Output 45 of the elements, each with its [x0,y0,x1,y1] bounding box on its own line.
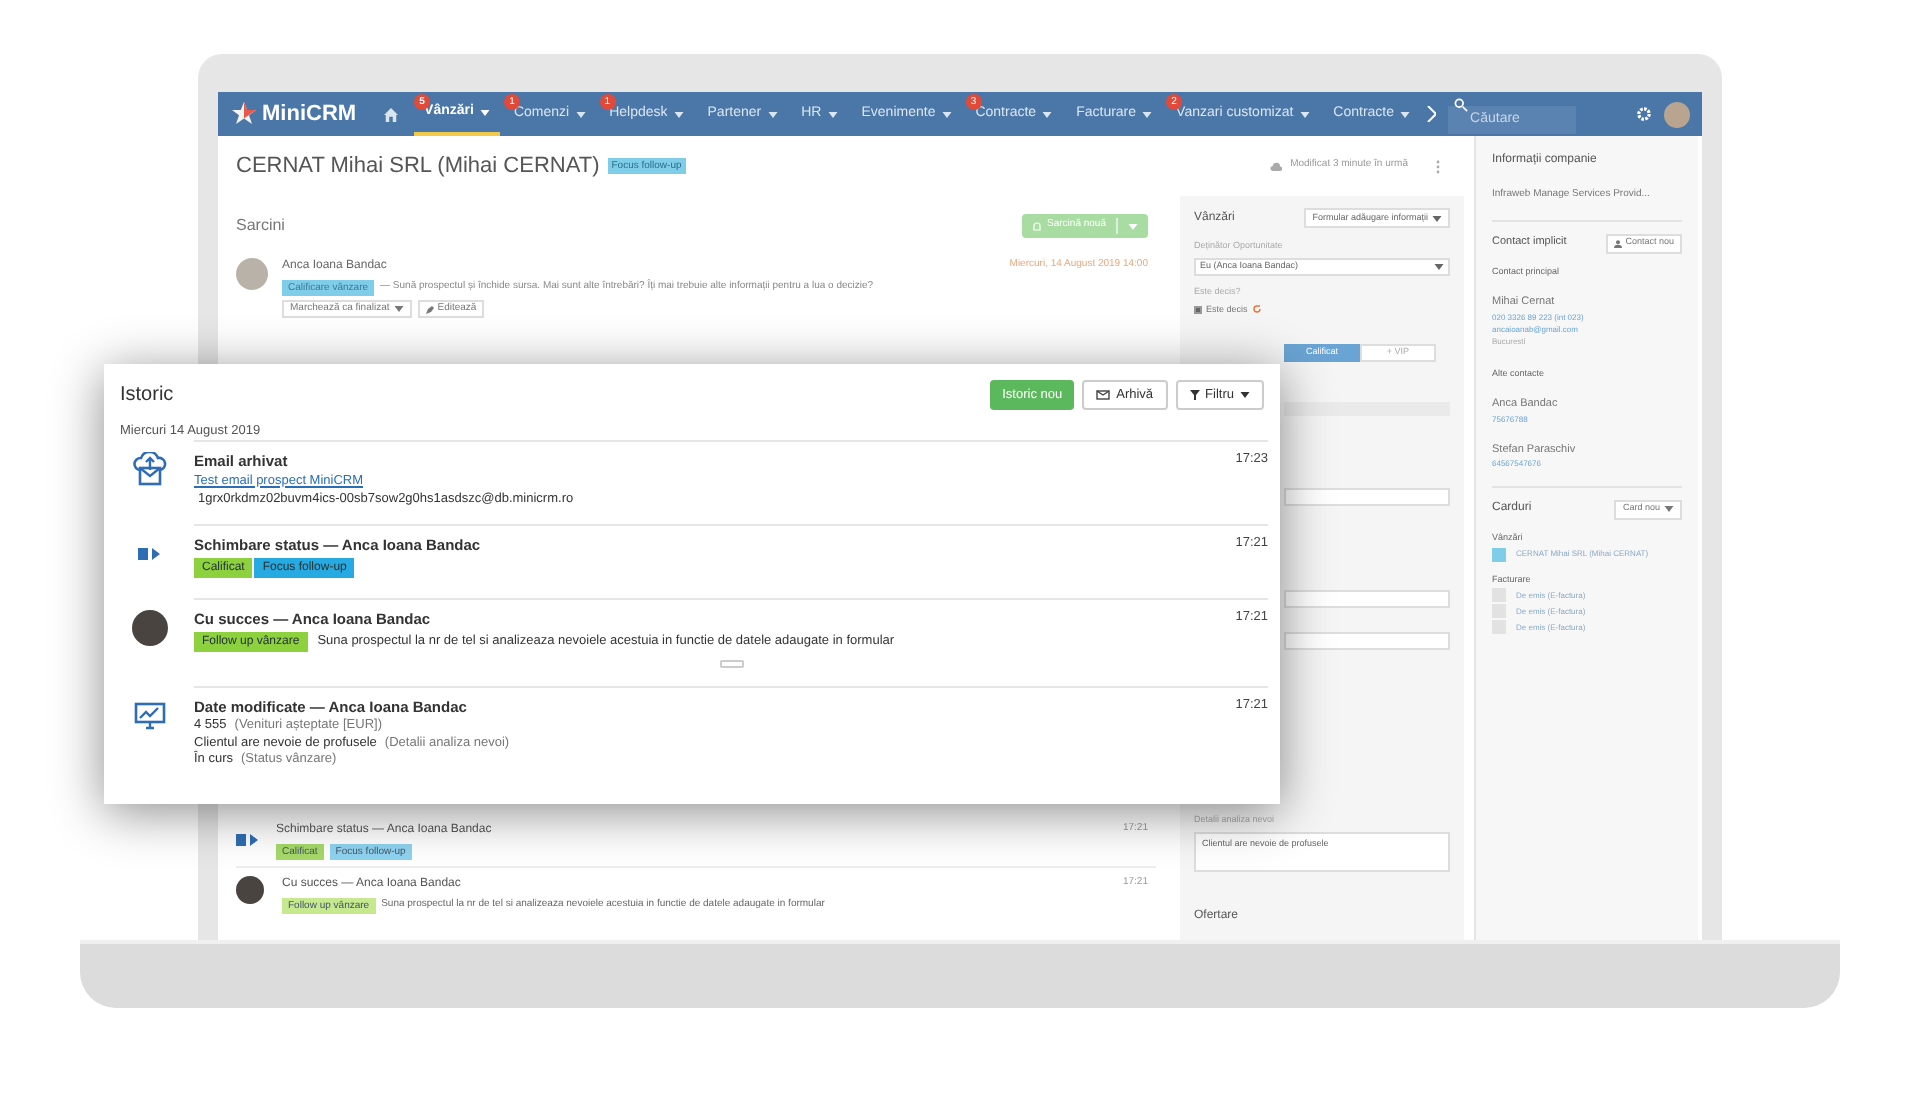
dialog-title: Istoric [120,383,174,407]
cloud-envelope-icon [131,451,167,488]
caret-icon [1128,223,1138,229]
caret-icon [767,111,778,117]
settings-icon[interactable] [1636,106,1652,122]
caret-icon [1042,111,1053,117]
bell-icon [1031,221,1042,231]
checkbox[interactable] [1194,305,1202,314]
page-title: CERNAT Mihai SRL (Mihai CERNAT) [236,151,600,182]
input-field[interactable] [1284,488,1450,507]
avatar [131,609,167,646]
caret-icon [393,306,404,312]
arrows-icon [236,834,258,846]
section-title: Sarcini [236,214,285,238]
caret-icon [575,111,586,117]
star-logo-icon [230,100,258,128]
arrows-icon [138,547,160,560]
caret-icon [1432,215,1442,221]
search-icon [1454,98,1469,112]
caret-icon [479,109,490,115]
caret-icon [1142,111,1153,117]
chevron-right-icon[interactable] [1426,106,1437,122]
avatar [236,258,268,290]
cloud-icon [1270,161,1283,171]
caret-icon [827,111,838,117]
caret-icon [1240,392,1250,398]
caret-icon [1664,506,1674,513]
caret-icon [941,111,952,117]
caret-icon [1434,263,1444,270]
caret-icon [1400,111,1411,117]
monitor-chart-icon [131,697,167,734]
caret-icon [1299,111,1310,117]
expand-toggle[interactable] [719,659,743,668]
select-field[interactable] [1284,632,1450,651]
logo[interactable]: MiniCRM [262,97,357,131]
avatar[interactable] [1664,101,1690,127]
input-field[interactable] [1284,590,1450,609]
filter-icon [1189,390,1200,400]
envelope-icon [1096,390,1111,400]
home-icon[interactable] [384,107,399,121]
caret-icon [673,111,684,117]
avatar [236,876,264,904]
pencil-icon [425,305,434,313]
person-icon [1613,239,1622,247]
refresh-icon[interactable] [1251,304,1262,315]
